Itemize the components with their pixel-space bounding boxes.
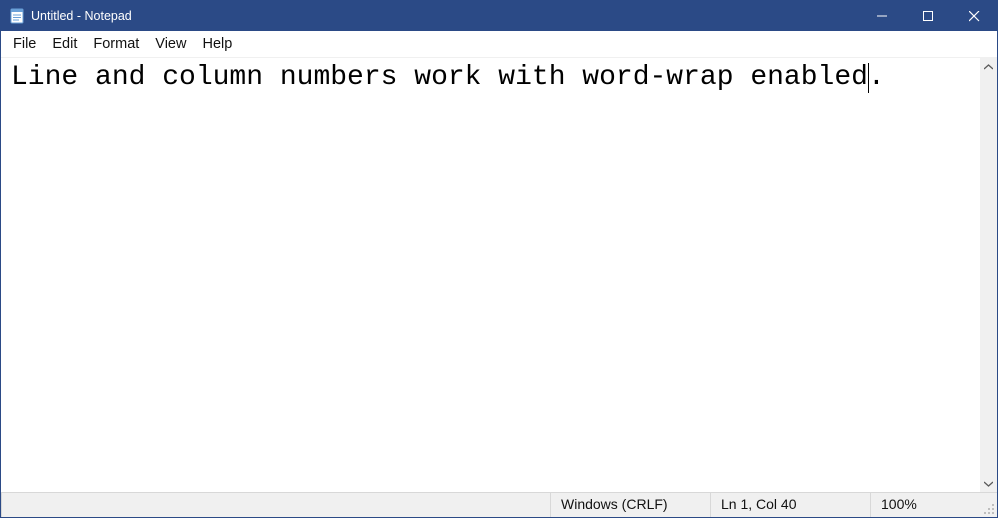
minimize-button[interactable] [859, 1, 905, 31]
menu-edit[interactable]: Edit [44, 33, 85, 55]
notepad-icon [9, 8, 25, 24]
status-line-ending: Windows (CRLF) [550, 493, 710, 517]
vertical-scrollbar[interactable] [980, 58, 997, 492]
menu-view[interactable]: View [147, 33, 194, 55]
status-position: Ln 1, Col 40 [710, 493, 870, 517]
statusbar: Windows (CRLF) Ln 1, Col 40 100% [1, 492, 997, 517]
status-zoom: 100% [870, 493, 980, 517]
status-spacer [1, 493, 550, 517]
text-editor[interactable]: Line and column numbers work with word-w… [1, 58, 980, 492]
titlebar[interactable]: Untitled - Notepad [1, 1, 997, 31]
menu-help[interactable]: Help [194, 33, 240, 55]
scroll-up-button[interactable] [980, 58, 997, 75]
scroll-down-button[interactable] [980, 475, 997, 492]
maximize-button[interactable] [905, 1, 951, 31]
close-button[interactable] [951, 1, 997, 31]
resize-grip[interactable] [980, 493, 997, 517]
notepad-window: Untitled - Notepad File Edit Format View… [0, 0, 998, 518]
menu-format[interactable]: Format [85, 33, 147, 55]
editor-area: Line and column numbers work with word-w… [1, 58, 997, 492]
text-caret [868, 63, 869, 93]
window-title: Untitled - Notepad [31, 9, 132, 23]
menu-file[interactable]: File [5, 33, 44, 55]
menubar: File Edit Format View Help [1, 31, 997, 58]
